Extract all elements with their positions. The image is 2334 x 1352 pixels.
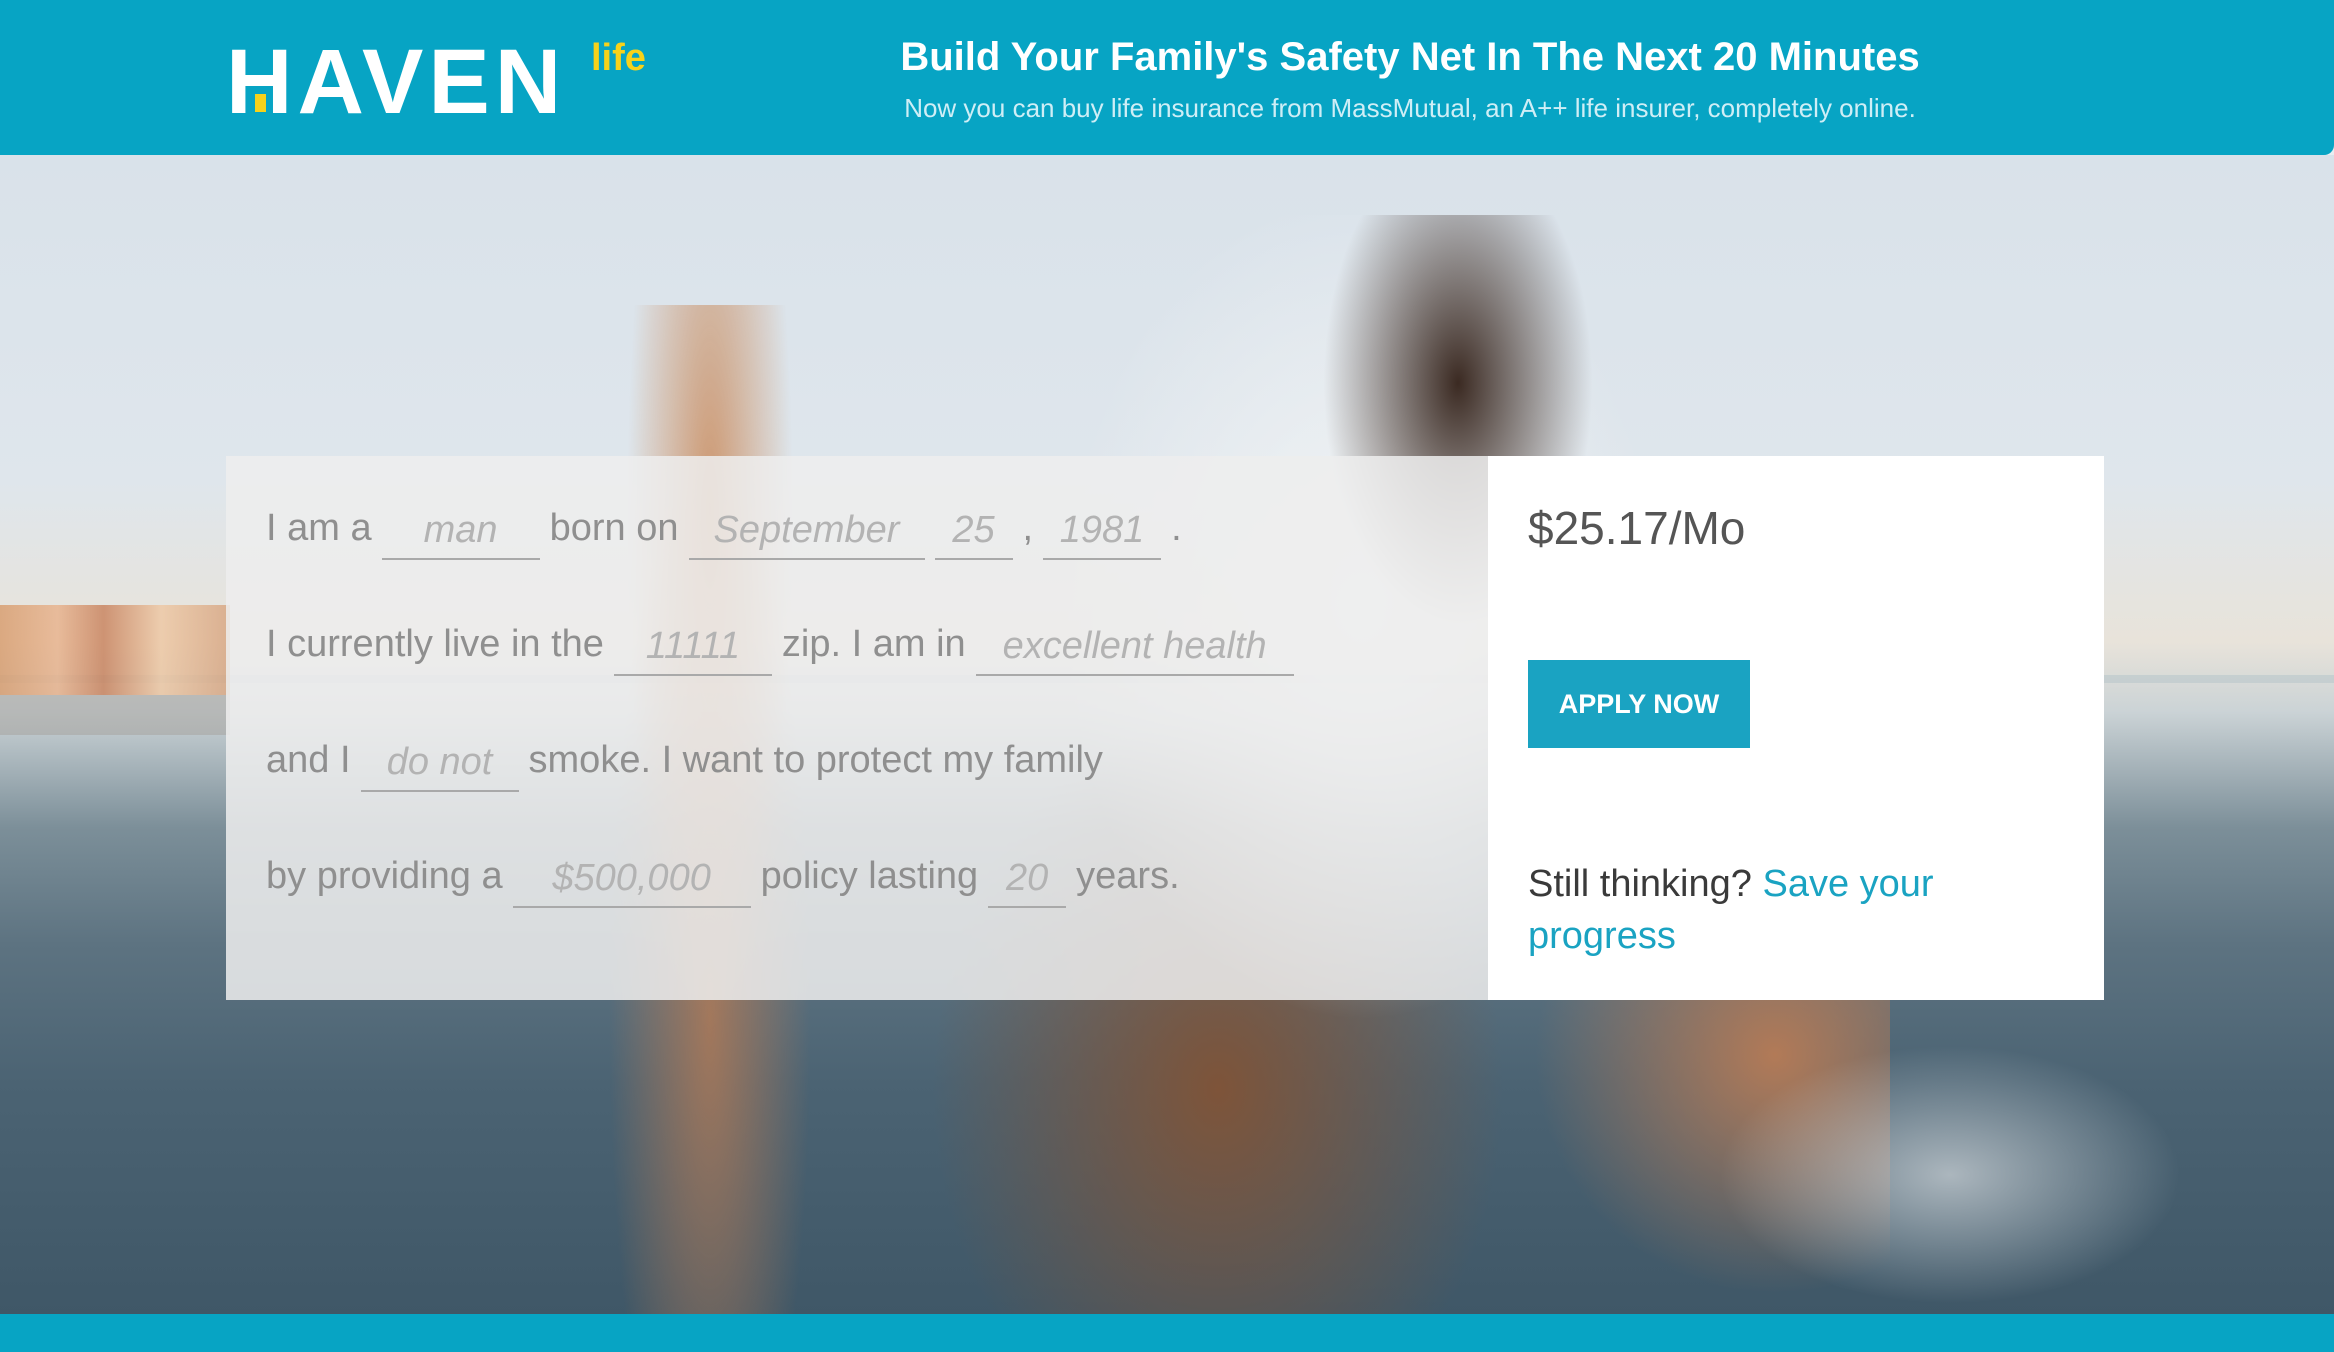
site-header: HAVEN life Build Your Family's Safety Ne… bbox=[0, 0, 2334, 155]
form-text: zip. I am in bbox=[781, 623, 966, 665]
quote-form-panel: I am a man born on September 25 , 1981 .… bbox=[226, 456, 1488, 1000]
apply-now-button[interactable]: APPLY NOW bbox=[1528, 660, 1750, 748]
form-line-3: and I do not smoke. I want to protect my… bbox=[266, 732, 1113, 792]
logo-suffix: life bbox=[591, 37, 646, 79]
form-comma: , bbox=[1022, 507, 1034, 549]
birth-year-field[interactable]: 1981 bbox=[1043, 508, 1162, 560]
birth-day-field[interactable]: 25 bbox=[934, 508, 1013, 560]
save-progress-prompt: Still thinking? Save your progress bbox=[1528, 858, 2048, 962]
coverage-amount-field[interactable]: $500,000 bbox=[512, 856, 751, 908]
header-subtitle: Now you can buy life insurance from Mass… bbox=[904, 93, 1916, 123]
form-text: and I bbox=[266, 739, 351, 781]
site-footer-bar bbox=[0, 1314, 2334, 1352]
form-text: years. bbox=[1076, 855, 1180, 897]
birth-month-field[interactable]: September bbox=[688, 508, 925, 560]
form-text: by providing a bbox=[266, 855, 503, 897]
health-field[interactable]: excellent health bbox=[975, 624, 1294, 676]
logo-door-mark bbox=[255, 94, 266, 112]
form-line-2: I currently live in the 11111 zip. I am … bbox=[266, 616, 1304, 676]
quote-result-panel: $25.17/Mo APPLY NOW Still thinking? Save… bbox=[1488, 456, 2104, 1000]
photo-water-splash bbox=[1700, 1035, 2200, 1315]
header-title: Build Your Family's Safety Net In The Ne… bbox=[900, 35, 1920, 79]
gender-field[interactable]: man bbox=[381, 508, 540, 560]
form-line-4: by providing a $500,000 policy lasting 2… bbox=[266, 848, 1190, 908]
form-text: I currently live in the bbox=[266, 623, 604, 665]
form-period: . bbox=[1171, 507, 1182, 549]
still-thinking-text: Still thinking? bbox=[1528, 863, 1752, 905]
term-length-field[interactable]: 20 bbox=[988, 856, 1067, 908]
form-line-1: I am a man born on September 25 , 1981 . bbox=[266, 500, 1192, 560]
form-text: policy lasting bbox=[760, 855, 979, 897]
form-text: I am a bbox=[266, 507, 372, 549]
zip-field[interactable]: 11111 bbox=[613, 624, 772, 676]
logo-wordmark: HAVEN bbox=[226, 31, 567, 133]
form-text: smoke. I want to protect my family bbox=[528, 739, 1103, 781]
photo-beach-houses bbox=[0, 605, 230, 695]
smoker-field[interactable]: do not bbox=[360, 740, 519, 792]
photo-sand bbox=[0, 695, 230, 735]
monthly-price: $25.17/Mo bbox=[1528, 502, 1746, 554]
form-text: born on bbox=[549, 507, 679, 549]
